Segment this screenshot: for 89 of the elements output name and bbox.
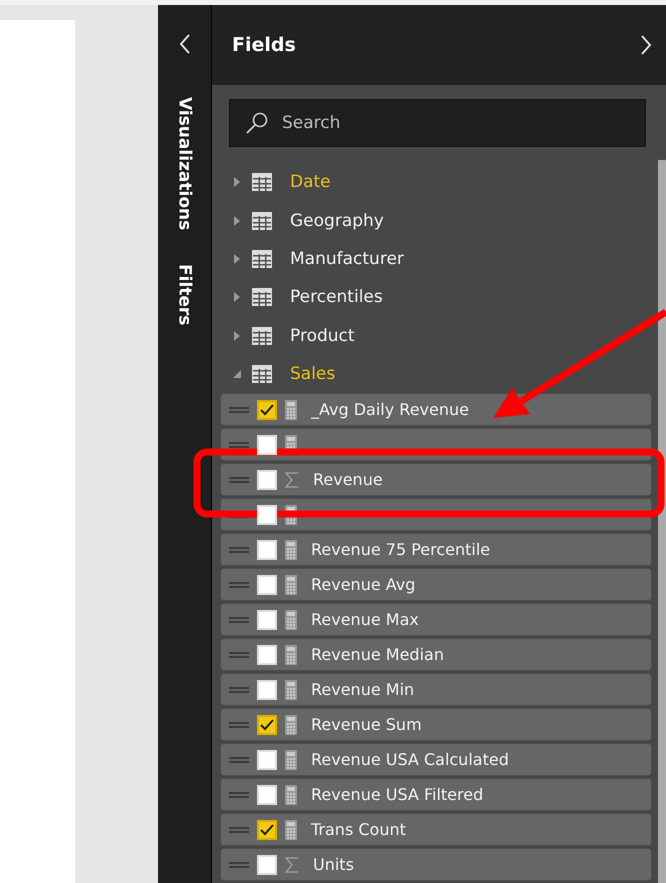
pane-tab[interactable]: Visualizations <box>174 97 194 230</box>
drag-handle-icon[interactable] <box>229 442 249 448</box>
field-row[interactable]: Revenue Median <box>220 638 652 672</box>
field-row[interactable]: Revenue <box>220 463 652 496</box>
field-name: Revenue Min <box>311 680 414 700</box>
table-name[interactable]: Geography <box>290 210 384 231</box>
table-icon <box>252 173 272 192</box>
field-name: Revenue 75 Percentile <box>311 540 490 560</box>
checkbox[interactable] <box>257 680 277 700</box>
calculator-icon <box>285 644 297 665</box>
table-icon <box>252 288 272 306</box>
checkbox[interactable] <box>257 540 277 560</box>
field-row[interactable]: Revenue Avg <box>220 568 652 602</box>
checkbox[interactable] <box>257 854 277 875</box>
calculator-icon <box>285 400 297 420</box>
field-row[interactable]: Revenue Sum <box>220 708 652 742</box>
field-name: Revenue <box>313 470 383 490</box>
calculator-icon <box>285 714 297 735</box>
table-icon <box>252 365 272 384</box>
table-icon <box>252 326 272 345</box>
field-name: Revenue Max <box>311 610 419 630</box>
field-row[interactable]: Units <box>220 848 652 882</box>
drag-handle-icon[interactable] <box>229 406 249 413</box>
search-icon <box>245 111 269 135</box>
pane-tab[interactable]: Filters <box>174 264 194 326</box>
calculator-icon <box>285 574 297 595</box>
search-field[interactable]: Search <box>229 99 646 147</box>
drag-handle-icon[interactable] <box>229 862 249 868</box>
field-name: Revenue Sum <box>311 715 422 734</box>
sigma-icon <box>285 470 299 489</box>
drag-handle-icon[interactable] <box>229 476 249 483</box>
table-name[interactable]: Sales <box>290 364 336 384</box>
field-row[interactable]: Revenue 75 Percentile <box>220 533 652 566</box>
field-row[interactable]: Revenue Max <box>220 603 652 636</box>
field-name: Units <box>313 855 354 874</box>
checkbox[interactable] <box>257 470 277 490</box>
field-name: Trans Count <box>311 820 406 840</box>
checkbox[interactable] <box>257 644 277 665</box>
field-row[interactable]: Revenue USA Filtered <box>220 778 652 812</box>
table-icon <box>252 250 272 268</box>
field-row[interactable]: Trans Count <box>220 813 652 846</box>
drag-handle-icon[interactable] <box>229 722 249 728</box>
calculator-icon <box>285 750 297 770</box>
table-name[interactable]: Percentiles <box>290 287 383 308</box>
collapsed-triangle-icon[interactable] <box>232 252 242 266</box>
check-icon <box>260 824 274 836</box>
drag-handle-icon[interactable] <box>229 582 249 588</box>
checkbox[interactable] <box>257 434 277 455</box>
field-row[interactable]: _Avg Daily Revenue <box>220 393 652 426</box>
drag-handle-icon[interactable] <box>229 792 249 798</box>
check-icon <box>260 404 274 416</box>
calculator-icon <box>285 820 297 840</box>
drag-handle-icon[interactable] <box>229 616 249 623</box>
checkbox[interactable] <box>257 750 277 770</box>
field-name: Revenue Median <box>311 645 444 664</box>
table-name[interactable]: Product <box>290 326 355 346</box>
field-name: _Avg Daily Revenue <box>311 400 469 420</box>
drag-handle-icon[interactable] <box>229 652 249 658</box>
pane-title: Fields <box>232 34 296 56</box>
checkbox[interactable] <box>257 610 277 630</box>
checkbox[interactable] <box>257 574 277 595</box>
drag-handle-icon[interactable] <box>229 756 249 763</box>
checkbox[interactable] <box>257 714 277 735</box>
table-icon <box>252 212 272 230</box>
check-icon <box>260 718 274 731</box>
collapsed-triangle-icon[interactable] <box>232 290 242 304</box>
sigma-icon <box>285 856 299 874</box>
checkbox[interactable] <box>257 820 277 840</box>
field-row[interactable]: Revenue Min <box>220 673 652 706</box>
field-name: Revenue USA Calculated <box>311 750 509 770</box>
drag-handle-icon[interactable] <box>229 686 249 693</box>
collapsed-triangle-icon[interactable] <box>232 328 242 343</box>
calculator-icon <box>285 540 297 560</box>
table-name[interactable]: Manufacturer <box>290 248 404 269</box>
checkbox[interactable] <box>257 504 277 525</box>
collapsed-triangle-icon[interactable] <box>232 175 242 190</box>
drag-handle-icon[interactable] <box>229 826 249 833</box>
drag-handle-icon[interactable] <box>229 546 249 553</box>
field-name: Revenue USA Filtered <box>311 785 484 804</box>
field-row[interactable]: Revenue USA Calculated <box>220 743 652 776</box>
table-name[interactable]: Date <box>290 172 331 192</box>
field-name: Revenue Avg <box>311 575 416 594</box>
calculator-icon <box>285 784 297 805</box>
calculator-icon <box>285 680 297 700</box>
collapsed-triangle-icon[interactable] <box>232 214 242 228</box>
scrollbar[interactable] <box>658 160 666 883</box>
calculator-icon <box>285 610 297 630</box>
checkbox[interactable] <box>257 400 277 420</box>
checkbox[interactable] <box>257 784 277 805</box>
